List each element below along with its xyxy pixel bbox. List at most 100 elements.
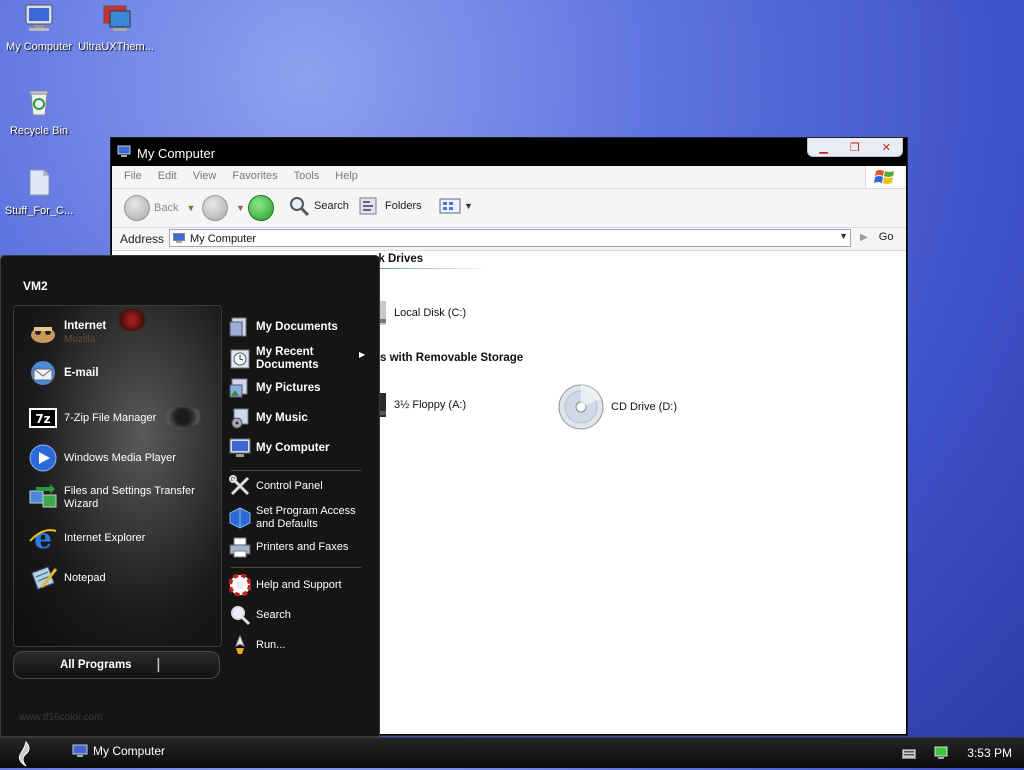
pictures-folder-icon	[229, 378, 248, 398]
start-item-label: Control Panel	[256, 480, 323, 492]
start-button[interactable]	[12, 740, 40, 767]
maximize-button[interactable]: ❐	[844, 141, 866, 154]
back-button[interactable]: Back ▼	[124, 195, 195, 221]
start-item-label: My Recent	[256, 346, 314, 358]
start-item-notepad[interactable]: Notepad	[28, 563, 106, 593]
start-item-my-documents[interactable]: My Documents	[229, 316, 338, 338]
go-button[interactable]: ▶ Go	[860, 231, 893, 243]
menu-help[interactable]: Help	[327, 166, 366, 182]
network-icon[interactable]	[934, 746, 950, 760]
desktop-icon-label: My Computer	[5, 41, 73, 53]
chevron-down-icon: ▼	[236, 203, 245, 213]
desktop-icon-ultrauxtheme[interactable]: UltraUXThem...	[77, 2, 155, 53]
folders-button[interactable]: Folders	[358, 195, 422, 217]
start-item-label: Internet Explorer	[64, 532, 146, 544]
svg-text:e: e	[34, 523, 52, 553]
back-label: Back	[154, 202, 179, 214]
start-orb-icon	[18, 740, 30, 767]
start-item-printers-faxes[interactable]: Printers and Faxes	[229, 536, 348, 558]
start-item-label: 7-Zip File Manager	[64, 412, 157, 424]
start-item-my-pictures[interactable]: My Pictures	[229, 377, 321, 399]
address-field[interactable]: My Computer ▼	[169, 229, 851, 247]
start-item-label: Help and Support	[256, 579, 342, 591]
up-button[interactable]	[248, 195, 274, 221]
start-item-my-music[interactable]: My Music	[229, 407, 308, 429]
dropdown-arrow-icon[interactable]: ▼	[839, 231, 848, 241]
start-item-my-computer[interactable]: My Computer	[229, 437, 329, 459]
views-button[interactable]: ▼	[438, 195, 473, 217]
svg-text:7z: 7z	[35, 412, 50, 426]
minimize-button[interactable]: ▁	[813, 141, 835, 154]
recycle-bin-icon	[29, 90, 49, 116]
close-button[interactable]: ✕	[875, 141, 897, 154]
forward-arrow-icon	[202, 195, 228, 221]
start-item-my-recent-documents[interactable]: My Recent Documents ▶	[229, 346, 365, 372]
music-folder-icon	[231, 408, 249, 429]
clock[interactable]: 3:53 PM	[967, 746, 1012, 760]
desktop-icon-stuff-folder[interactable]: Stuff_For_C...	[0, 166, 78, 217]
start-item-search[interactable]: Search	[229, 604, 291, 626]
drive-cd-d[interactable]: CD Drive (D:)	[557, 383, 677, 431]
menu-view[interactable]: View	[185, 166, 225, 182]
system-tray: 3:53 PM	[892, 738, 1024, 768]
computer-icon	[229, 438, 251, 457]
internet-explorer-icon: e	[29, 523, 57, 553]
cd-drive-icon	[558, 384, 604, 430]
search-button[interactable]: Search	[288, 195, 349, 217]
start-item-internet[interactable]: Internet Mozilla	[28, 318, 106, 348]
documents-folder-icon	[229, 317, 247, 337]
menu-separator	[231, 567, 361, 568]
start-item-email[interactable]: E-mail	[28, 358, 99, 388]
start-item-control-panel[interactable]: Control Panel	[229, 475, 323, 497]
taskbar-item-my-computer[interactable]: My Computer	[72, 744, 165, 758]
start-item-help-support[interactable]: Help and Support	[229, 574, 342, 596]
start-menu: VM2 Internet Mozilla E-mail 7z 7-Zip File…	[0, 255, 380, 737]
drive-label: 3½ Floppy (A:)	[394, 399, 467, 411]
chevron-down-icon: ▼	[464, 201, 473, 211]
forward-button[interactable]: ▼	[202, 195, 245, 221]
restore-icon: ❐	[850, 140, 860, 154]
menu-favorites[interactable]: Favorites	[224, 166, 285, 182]
ultrauxtheme-icon	[103, 5, 131, 31]
window-titlebar[interactable]: My Computer ▁ ❐ ✕	[111, 138, 907, 166]
menu-tools[interactable]: Tools	[286, 166, 328, 182]
start-item-internet-explorer[interactable]: e Internet Explorer	[28, 523, 145, 553]
start-item-7zip[interactable]: 7z 7-Zip File Manager	[28, 403, 156, 433]
all-programs-label: All Programs	[60, 659, 132, 671]
address-value: My Computer	[190, 233, 257, 245]
close-icon: ✕	[881, 140, 891, 154]
menu-edit[interactable]: Edit	[150, 166, 185, 182]
search-icon	[290, 197, 310, 217]
start-item-label-line2: and Defaults	[256, 518, 318, 530]
keyboard-icon[interactable]	[902, 749, 916, 759]
drive-floppy-a[interactable]: 3½ Floppy (A:)	[378, 393, 466, 417]
transfer-wizard-icon	[29, 484, 57, 508]
start-item-label: My Computer	[256, 442, 330, 454]
start-item-windows-media-player[interactable]: Windows Media Player	[28, 443, 176, 473]
menu-bar: File Edit View Favorites Tools Help	[112, 166, 906, 189]
program-access-icon	[229, 507, 251, 529]
start-item-set-program-access[interactable]: Set Program Access and Defaults	[229, 505, 356, 531]
control-panel-icon	[229, 475, 250, 496]
pinned-programs-panel: Internet Mozilla E-mail 7z 7-Zip File Man…	[13, 305, 222, 647]
toolbar: Back ▼ ▼ Search Folders ▼	[112, 189, 906, 228]
run-icon	[235, 634, 245, 654]
desktop-icon-my-computer[interactable]: My Computer	[0, 2, 78, 53]
start-item-run[interactable]: Run...	[229, 634, 285, 656]
up-arrow-icon	[248, 195, 274, 221]
views-icon	[439, 198, 461, 214]
folders-icon	[359, 197, 377, 215]
desktop-icon-recycle-bin[interactable]: Recycle Bin	[0, 86, 78, 137]
address-bar: Address My Computer ▼ ▶ Go	[112, 228, 906, 251]
go-arrow-icon: ▶	[860, 232, 868, 243]
menu-file[interactable]: File	[112, 166, 150, 182]
chevron-right-icon: ▕	[150, 660, 159, 672]
printer-icon	[229, 537, 251, 558]
start-item-files-settings-transfer[interactable]: Files and Settings Transfer Wizard	[28, 483, 195, 513]
start-item-sublabel: Mozilla	[64, 334, 96, 345]
all-programs-button[interactable]: All Programs ▕	[13, 651, 220, 679]
section-divider	[370, 268, 490, 269]
windows-logo-icon	[865, 166, 904, 188]
recent-documents-icon	[230, 349, 250, 369]
drive-local-disk-c[interactable]: Local Disk (C:)	[378, 301, 466, 325]
